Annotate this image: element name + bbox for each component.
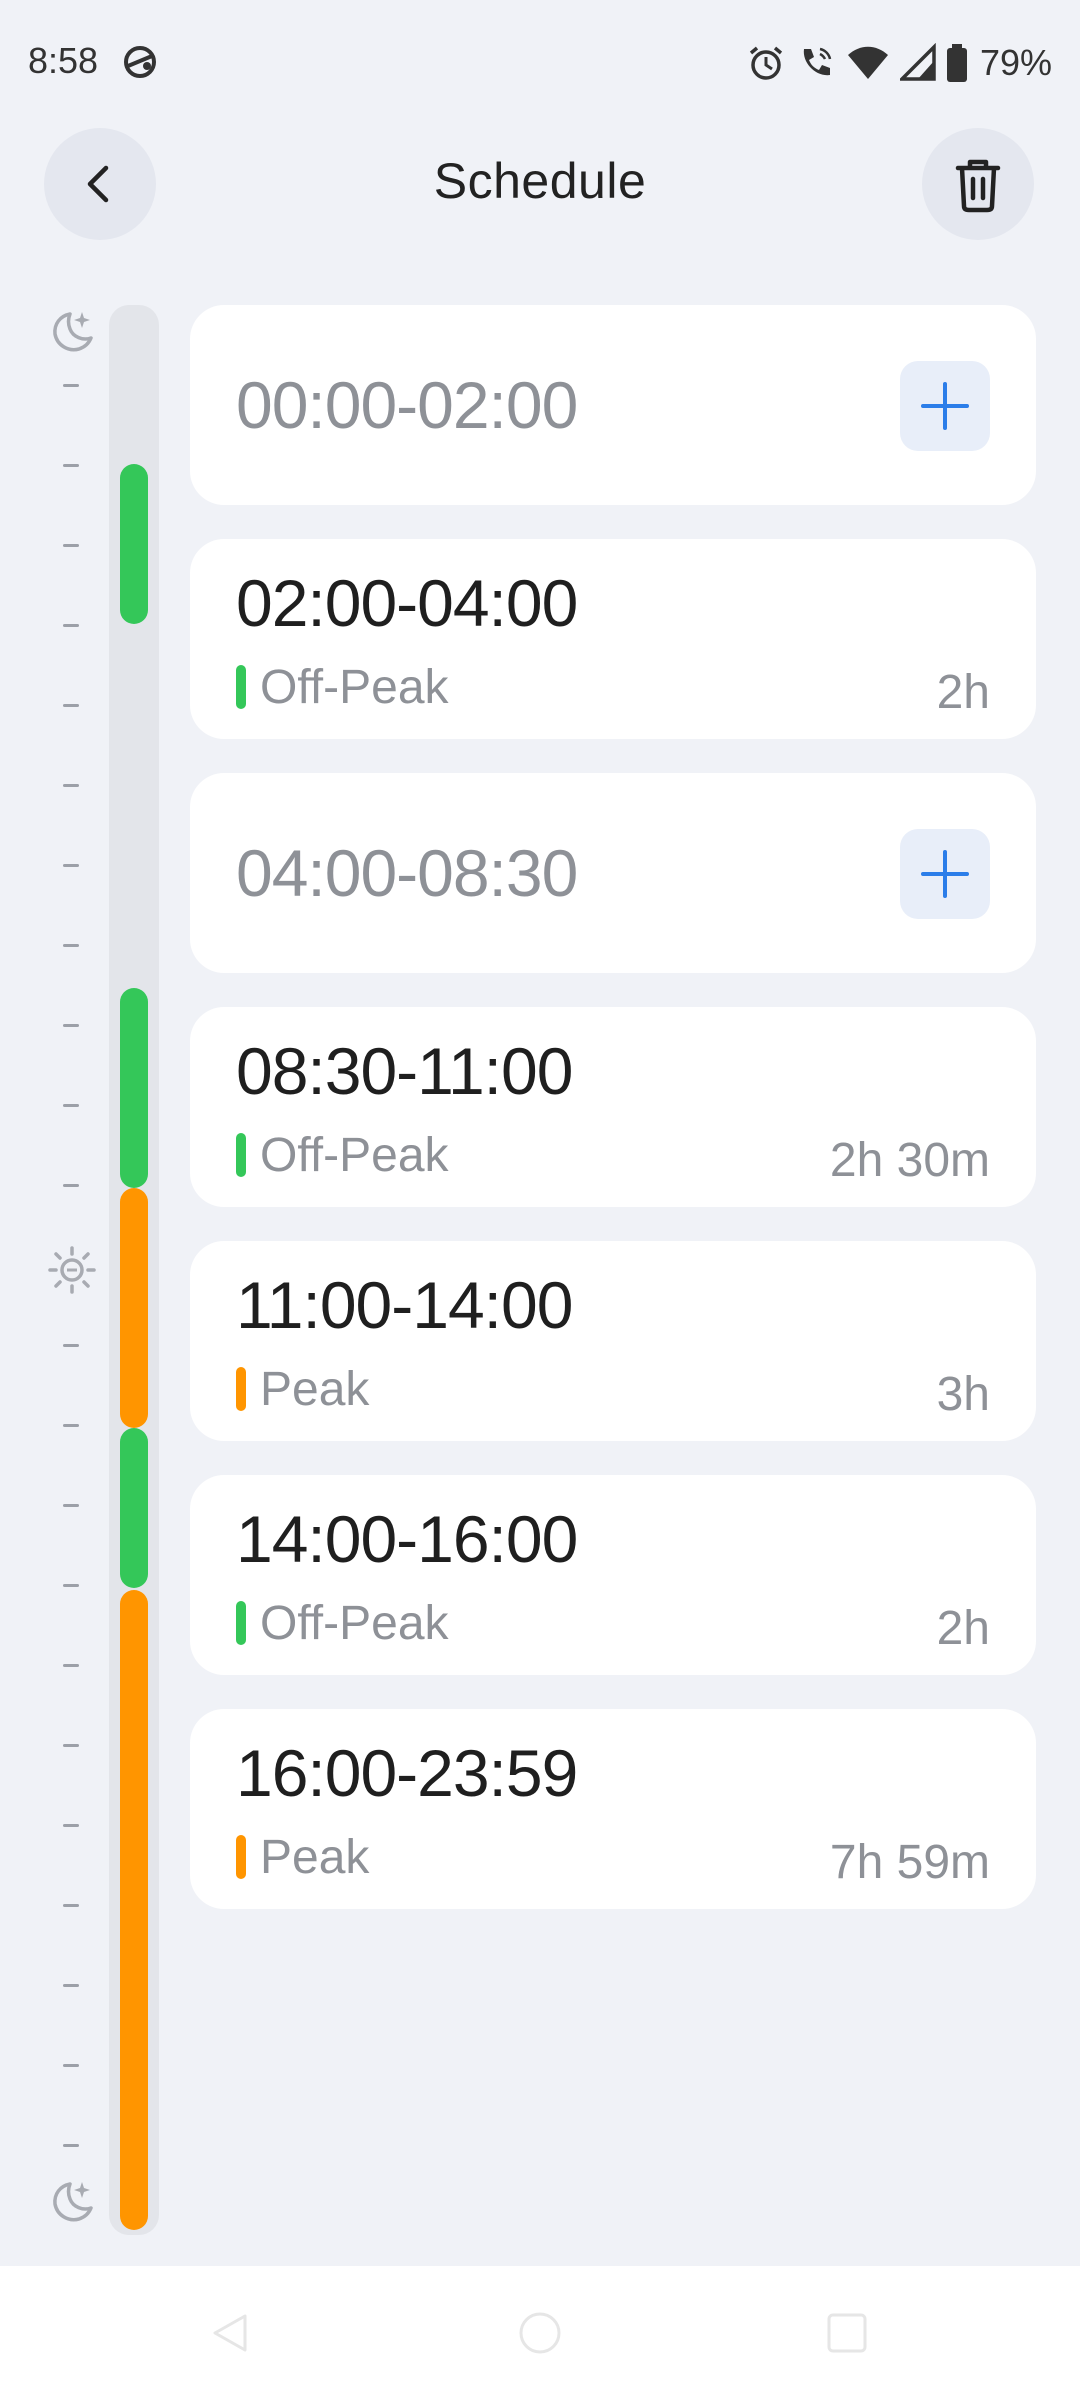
schedule-slot-empty[interactable]: 04:00-08:30 <box>190 773 1036 973</box>
hour-tick <box>63 1744 79 1747</box>
hour-tick <box>63 1184 79 1187</box>
slot-duration: 2h <box>936 1602 990 1655</box>
hour-tick <box>63 1344 79 1347</box>
slot-rate-label: Peak <box>260 1830 370 1884</box>
slot-rate-type: Peak <box>236 1362 370 1416</box>
cellular-signal-icon <box>899 43 936 83</box>
back-nav-icon[interactable] <box>203 2306 257 2360</box>
schedule-screen: 8:58 79% Schedule 00:00-02:00 02:00-04:0… <box>0 0 1080 2400</box>
slot-rate-type: Peak <box>236 1830 370 1884</box>
hour-tick <box>63 2144 79 2147</box>
trash-icon <box>955 159 1001 213</box>
hour-tick <box>63 1904 79 1907</box>
off-peak-indicator <box>236 1133 246 1177</box>
wifi-icon <box>846 43 890 83</box>
timeline-segment-off-peak <box>120 1428 148 1588</box>
slot-rate-type: Off-Peak <box>236 1128 449 1182</box>
plus-icon <box>921 382 969 430</box>
hour-tick <box>63 384 79 387</box>
schedule-slot[interactable]: 11:00-14:00 Peak 3h <box>190 1241 1036 1441</box>
hour-tick <box>63 2064 79 2067</box>
hour-tick <box>63 464 79 467</box>
day-timeline <box>0 300 170 2240</box>
plus-icon <box>921 850 969 898</box>
hour-tick <box>63 1024 79 1027</box>
timeline-segment-off-peak <box>120 464 148 624</box>
timeline-segment-off-peak <box>120 988 148 1188</box>
slot-rate-label: Off-Peak <box>260 660 449 714</box>
slot-time-range: 04:00-08:30 <box>236 836 578 910</box>
add-slot-button[interactable] <box>900 361 990 451</box>
status-icons: 79% <box>746 38 1052 88</box>
slot-duration: 7h 59m <box>829 1836 990 1889</box>
add-slot-button[interactable] <box>900 829 990 919</box>
hour-tick <box>63 864 79 867</box>
hour-tick <box>63 944 79 947</box>
schedule-slot-empty[interactable]: 00:00-02:00 <box>190 305 1036 505</box>
schedule-slot[interactable]: 02:00-04:00 Off-Peak 2h <box>190 539 1036 739</box>
hour-tick <box>63 1104 79 1107</box>
peak-indicator <box>236 1835 246 1879</box>
wifi-call-icon <box>796 43 836 83</box>
off-peak-indicator <box>236 1601 246 1645</box>
slot-rate-type: Off-Peak <box>236 1596 449 1650</box>
hour-tick <box>63 1664 79 1667</box>
peak-indicator <box>236 1367 246 1411</box>
hour-tick <box>63 1584 79 1587</box>
battery-icon <box>946 43 968 83</box>
hour-tick <box>63 544 79 547</box>
system-nav-bar <box>0 2266 1080 2400</box>
sun-icon <box>46 1244 98 1296</box>
page-title: Schedule <box>433 153 647 209</box>
hour-tick <box>63 1984 79 1987</box>
delete-button[interactable] <box>922 128 1034 240</box>
hour-tick <box>63 624 79 627</box>
hour-tick <box>63 1504 79 1507</box>
status-bar: 8:58 79% <box>0 0 1080 120</box>
hour-tick <box>63 1424 79 1427</box>
moon-icon <box>46 2176 98 2228</box>
slot-time-range: 16:00-23:59 <box>236 1736 578 1810</box>
recents-nav-icon[interactable] <box>820 2306 874 2360</box>
timeline-segment-peak <box>120 1590 148 2230</box>
hour-tick <box>63 1824 79 1827</box>
slot-time-range: 14:00-16:00 <box>236 1502 578 1576</box>
hour-tick <box>63 784 79 787</box>
slot-rate-type: Off-Peak <box>236 660 449 714</box>
home-nav-icon[interactable] <box>513 2306 567 2360</box>
slot-time-range: 11:00-14:00 <box>236 1268 573 1342</box>
sync-icon <box>120 42 160 82</box>
slot-time-range: 00:00-02:00 <box>236 368 578 442</box>
slot-duration: 2h <box>936 666 990 719</box>
moon-icon <box>46 306 98 358</box>
schedule-slot[interactable]: 08:30-11:00 Off-Peak 2h 30m <box>190 1007 1036 1207</box>
hour-tick <box>63 704 79 707</box>
slot-rate-label: Off-Peak <box>260 1128 449 1182</box>
slot-rate-label: Off-Peak <box>260 1596 449 1650</box>
slot-duration: 2h 30m <box>829 1134 990 1187</box>
schedule-slot[interactable]: 16:00-23:59 Peak 7h 59m <box>190 1709 1036 1909</box>
schedule-slot[interactable]: 14:00-16:00 Off-Peak 2h <box>190 1475 1036 1675</box>
alarm-icon <box>746 43 786 83</box>
slot-duration: 3h <box>936 1368 990 1421</box>
timeline-segment-peak <box>120 1188 148 1428</box>
slot-rate-label: Peak <box>260 1362 370 1416</box>
status-time: 8:58 <box>28 40 99 81</box>
slot-time-range: 08:30-11:00 <box>236 1034 573 1108</box>
off-peak-indicator <box>236 665 246 709</box>
battery-percentage: 79% <box>979 42 1052 83</box>
slot-time-range: 02:00-04:00 <box>236 566 578 640</box>
